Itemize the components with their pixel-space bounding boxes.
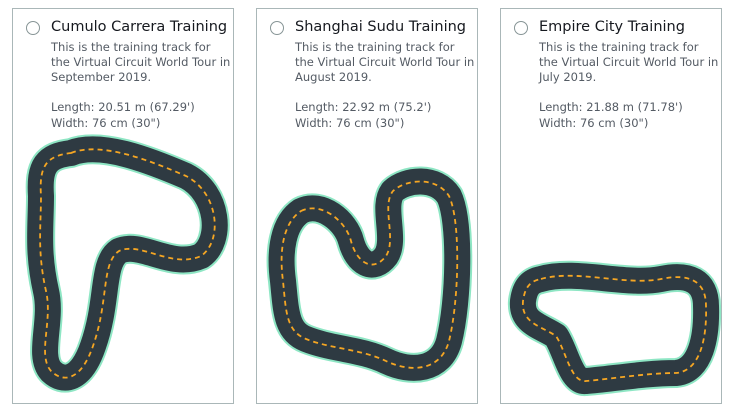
track-map-icon	[508, 260, 722, 396]
track-card-shanghai-sudu[interactable]: Shanghai Sudu Training This is the train…	[256, 8, 478, 404]
track-map-icon	[266, 166, 473, 383]
track-map-icon	[25, 134, 230, 393]
track-card-empire-city[interactable]: Empire City Training This is the trainin…	[500, 8, 722, 404]
track-card-cumulo-carrera[interactable]: Cumulo Carrera Training This is the trai…	[12, 8, 234, 404]
